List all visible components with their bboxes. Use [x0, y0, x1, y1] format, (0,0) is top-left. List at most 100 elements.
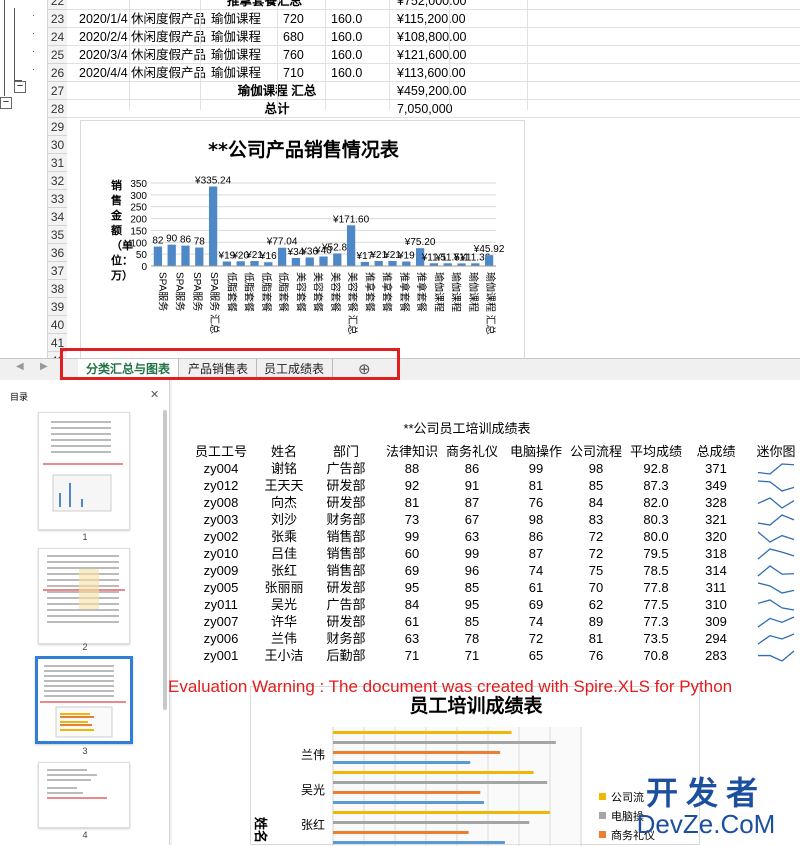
grid-line: [389, 0, 390, 110]
table-row: zy002 张乘 销售部 99 63 86 72 80.0 320: [186, 528, 795, 545]
cell[interactable]: 160.0: [331, 64, 362, 82]
table-cell: 92: [404, 478, 420, 493]
bar: [333, 741, 556, 744]
cell[interactable]: 休闲度假产品: [131, 64, 206, 82]
table-cell: 销售部: [326, 563, 366, 578]
sidebar-scrollbar[interactable]: [163, 410, 167, 710]
tab-highlight-box: [60, 348, 400, 380]
table-cell: 77.5: [643, 597, 669, 612]
cell-value: 7,050,000: [397, 102, 453, 116]
x-tick-label: 美容套餐 汇总: [346, 272, 359, 335]
cell[interactable]: 160.0: [331, 46, 362, 64]
table-cell: 77.8: [643, 580, 669, 595]
cell[interactable]: ¥115,200.00: [397, 10, 466, 28]
cell[interactable]: 160.0: [331, 28, 362, 46]
column-header: 迷你图: [756, 444, 796, 459]
cell[interactable]: 2020/3/4: [79, 46, 128, 64]
column-header: 电脑操作: [509, 444, 562, 459]
toc-sidebar: 目录 ✕ 1 2 3 4: [0, 380, 170, 845]
table-cell: 88: [404, 461, 420, 476]
page-thumbnail[interactable]: [38, 412, 130, 530]
cell[interactable]: ¥108,800.00: [397, 28, 467, 46]
grid-line: [129, 0, 130, 110]
page-thumbnail[interactable]: [38, 548, 130, 644]
page-thumbnail-selected[interactable]: [35, 656, 133, 744]
x-tick-label: 瑜伽课程 汇总: [484, 272, 497, 335]
sheet-row[interactable]: 2020/4/4 休闲度假产品 瑜伽课程 710 160.0 ¥113,600.00: [67, 64, 800, 82]
table-cell: 99: [464, 546, 480, 561]
cell[interactable]: 休闲度假产品: [131, 10, 206, 28]
cell[interactable]: ¥113,600.00: [397, 64, 466, 82]
x-tick-label: SPA服务: [156, 272, 169, 311]
row-number: 22: [48, 0, 67, 10]
x-tick-label: 美容套餐: [312, 272, 325, 312]
close-icon[interactable]: ✕: [150, 388, 159, 401]
grid-line: [277, 0, 278, 110]
table-cell: 王小洁: [264, 648, 304, 663]
table-cell: 谢铭: [270, 461, 297, 476]
grid-line: [449, 0, 450, 110]
grid-line: [325, 0, 326, 110]
table-cell: 61: [404, 614, 420, 629]
data-label: ¥75.20: [404, 237, 436, 248]
cell[interactable]: ¥121,600.00: [397, 46, 467, 64]
table-row: zy001 王小洁 后勤部 71 71 65 76 70.8 283: [186, 647, 795, 664]
cell[interactable]: 2020/2/4: [79, 28, 128, 46]
sheet-row[interactable]: 总计7,050,000: [67, 100, 800, 118]
table-row: zy007 许华 研发部 61 85 74 89 77.3 309: [186, 613, 795, 630]
table-cell: 99: [404, 529, 420, 544]
bar: [333, 751, 501, 754]
sheet-row[interactable]: 2020/3/4 休闲度假产品 瑜伽课程 760 160.0 ¥121,600.00: [67, 46, 800, 64]
page-thumbnail[interactable]: [38, 762, 130, 828]
table-cell: zy010: [203, 546, 239, 561]
outline-gutter: · · · · − −: [0, 0, 48, 358]
prev-sheet-icon[interactable]: ◀: [16, 361, 24, 372]
column-header: 总成绩: [696, 444, 736, 459]
sales-chart[interactable]: **公司产品销售情况表 销售金额（单位：万） 0 50 100 150 200 250 30…: [80, 120, 525, 358]
sparkline: [757, 480, 795, 492]
cell[interactable]: 760: [283, 46, 304, 64]
column-header: 法律知识: [385, 444, 438, 459]
table-row: zy004 谢铭 广告部 88 86 99 98 92.8 371: [186, 460, 795, 477]
cell[interactable]: 2020/1/4: [79, 10, 128, 28]
table-cell: 张乘: [270, 529, 297, 544]
row-number: 27: [48, 82, 67, 100]
collapse-group-button[interactable]: −: [14, 81, 26, 93]
cell[interactable]: 瑜伽课程: [211, 28, 261, 46]
cell[interactable]: 瑜伽课程: [211, 46, 261, 64]
x-tick-label: 瑜伽课程: [450, 272, 463, 312]
cell[interactable]: 160.0: [331, 10, 362, 28]
bar: [222, 261, 232, 266]
table-cell: 85: [464, 580, 480, 595]
cell[interactable]: 瑜伽课程: [211, 64, 261, 82]
sheet-row[interactable]: 2020/1/4 休闲度假产品 瑜伽课程 720 160.0 ¥115,200.00: [67, 10, 800, 28]
collapse-all-button[interactable]: −: [0, 97, 12, 109]
sparkline: [757, 548, 795, 560]
cell[interactable]: 720: [283, 10, 304, 28]
table-cell: 70: [588, 580, 604, 595]
cell[interactable]: 休闲度假产品: [131, 46, 206, 64]
cell[interactable]: 休闲度假产品: [131, 28, 206, 46]
cell[interactable]: 瑜伽课程: [211, 10, 261, 28]
table-cell: 研发部: [326, 495, 366, 510]
sheet-row[interactable]: 2020/2/4 休闲度假产品 瑜伽课程 680 160.0 ¥108,800.00: [67, 28, 800, 46]
sheet-row[interactable]: 推拿套餐汇总 ¥752,000.00: [67, 0, 800, 10]
next-sheet-icon[interactable]: ▶: [40, 361, 48, 372]
table-cell: 70.8: [643, 648, 669, 663]
row-number: 29: [48, 118, 67, 136]
cell[interactable]: 710: [283, 64, 304, 82]
table-cell: zy006: [203, 631, 239, 646]
table-cell: 向杰: [270, 495, 297, 510]
table-cell: 321: [705, 512, 727, 527]
bar: [167, 244, 176, 266]
table-cell: 69: [404, 563, 420, 578]
spreadsheet-grid[interactable]: · · · · − − 22 推拿套餐汇总 ¥752,000.00 23 2020/1/…: [0, 0, 800, 358]
row-number: 32: [48, 172, 67, 190]
table-row: zy006 兰伟 财务部 63 78 72 81 73.5 294: [186, 630, 795, 647]
table-cell: 67: [464, 512, 480, 527]
x-tick-label: 推拿套餐: [415, 272, 428, 312]
sheet-row[interactable]: 瑜伽课程 汇总 ¥459,200.00: [67, 82, 800, 100]
cell[interactable]: 680: [283, 28, 304, 46]
x-tick-label: SPA服务 汇总: [208, 272, 221, 334]
cell[interactable]: 2020/4/4: [79, 64, 128, 82]
